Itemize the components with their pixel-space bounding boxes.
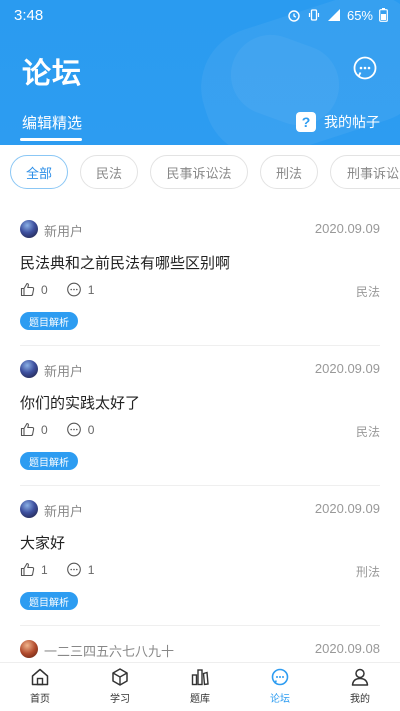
post-author: 新用户: [44, 225, 84, 240]
post-author: 新用户: [44, 505, 84, 520]
nav-label: 学习: [110, 694, 130, 705]
post-tag[interactable]: 题目解析: [20, 312, 78, 330]
post-category: 民法: [355, 285, 380, 299]
post-tag[interactable]: 题目解析: [20, 592, 78, 610]
my-posts-button[interactable]: ? 我的帖子: [296, 112, 380, 132]
profile-icon: [351, 668, 369, 686]
post-date: 2020.09.09: [314, 361, 380, 376]
my-posts-label: 我的帖子: [324, 115, 380, 131]
tab-featured[interactable]: 编辑精选: [22, 112, 82, 133]
post-date: 2020.09.09: [314, 221, 380, 236]
nav-profile[interactable]: 我的: [330, 667, 390, 705]
nav-study[interactable]: 学习: [90, 667, 150, 705]
like-icon[interactable]: [20, 562, 35, 577]
like-icon[interactable]: [20, 282, 35, 297]
nav-label: 题库: [190, 694, 210, 705]
my-posts-icon: ?: [296, 112, 316, 132]
post-title[interactable]: 民法典和之前民法有哪些区别啊: [20, 252, 230, 273]
post-title[interactable]: 你们的实践太好了: [20, 392, 140, 413]
category-filter-bar: 全部 民法 民事诉讼法 刑法 刑事诉讼: [0, 155, 400, 195]
avatar: [20, 360, 38, 378]
comment-count: 1: [87, 282, 95, 297]
like-count: 1: [41, 562, 48, 577]
comment-icon[interactable]: [66, 422, 82, 437]
bottom-navigation: 首页 学习 题库 论坛 我的: [0, 662, 400, 711]
chip-all[interactable]: 全部: [10, 155, 68, 189]
nav-forum[interactable]: 论坛: [250, 667, 310, 705]
post-item[interactable]: 新用户 2020.09.09 民法典和之前民法有哪些区别啊 0 1 民法 题目解…: [0, 220, 400, 360]
page-title: 论坛: [22, 56, 83, 90]
avatar: [20, 220, 38, 238]
nav-question-bank[interactable]: 题库: [170, 667, 230, 705]
alarm-icon: [288, 10, 300, 22]
status-bar: 3:48 65%: [0, 0, 400, 30]
comment-icon[interactable]: [66, 282, 82, 297]
comment-count: 1: [87, 562, 95, 577]
nav-label: 论坛: [270, 694, 290, 705]
divider: [20, 345, 380, 346]
status-time: 3:48: [14, 6, 44, 24]
message-icon[interactable]: [352, 55, 378, 81]
post-title[interactable]: 大家好: [20, 532, 65, 553]
comment-icon[interactable]: [66, 562, 82, 577]
post-item[interactable]: 新用户 2020.09.09 大家好 1 1 刑法 题目解析: [0, 500, 400, 640]
chip-criminal-law[interactable]: 刑法: [260, 155, 318, 189]
battery-percent: 65%: [346, 7, 373, 23]
like-count: 0: [41, 282, 48, 297]
divider: [20, 625, 380, 626]
signal-icon: [327, 9, 340, 21]
post-category: 民法: [355, 425, 380, 439]
comment-count: 0: [87, 422, 95, 437]
avatar: [20, 640, 38, 658]
header: 3:48 65% 论坛 编辑精选 ? 我的帖子: [0, 0, 400, 145]
post-meta: 0 1: [20, 282, 112, 297]
like-count: 0: [41, 422, 48, 437]
post-meta: 0 0: [20, 422, 112, 437]
forum-icon: [271, 668, 289, 686]
chip-civil-law[interactable]: 民法: [80, 155, 138, 189]
divider: [20, 485, 380, 486]
nav-home[interactable]: 首页: [10, 667, 70, 705]
tab-indicator: [20, 138, 82, 141]
post-author: 一二三四五六七八九十: [44, 645, 175, 660]
post-item[interactable]: 新用户 2020.09.09 你们的实践太好了 0 0 民法 题目解析: [0, 360, 400, 500]
nav-label: 我的: [350, 694, 370, 705]
nav-label: 首页: [30, 694, 50, 705]
vibrate-icon: [308, 9, 320, 21]
post-item[interactable]: 一二三四五六七八九十 2020.09.08: [0, 640, 400, 662]
post-tag[interactable]: 题目解析: [20, 452, 78, 470]
avatar: [20, 500, 38, 518]
home-icon: [31, 668, 49, 686]
chip-civil-procedure[interactable]: 民事诉讼法: [150, 155, 248, 189]
post-category: 刑法: [355, 565, 380, 579]
like-icon[interactable]: [20, 422, 35, 437]
post-author: 新用户: [44, 365, 84, 380]
battery-icon: [379, 8, 388, 22]
chip-criminal-procedure[interactable]: 刑事诉讼: [330, 155, 400, 189]
study-icon: [112, 668, 128, 686]
question-bank-icon: [191, 669, 209, 686]
post-date: 2020.09.09: [314, 501, 380, 516]
post-meta: 1 1: [20, 562, 112, 577]
post-date: 2020.09.08: [314, 641, 380, 656]
